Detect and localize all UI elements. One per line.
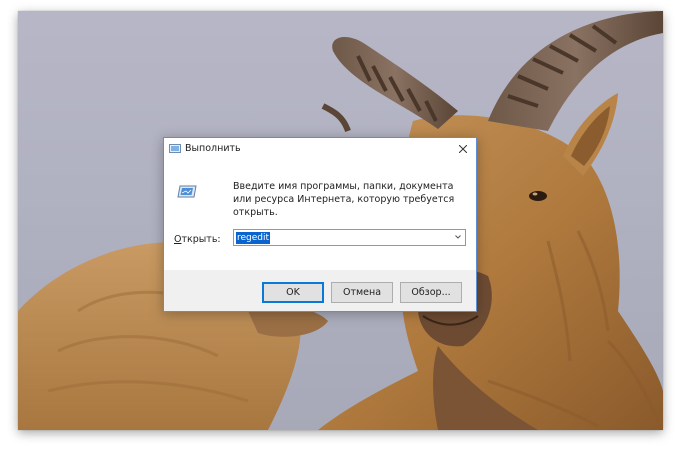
ok-button[interactable]: OK	[262, 282, 324, 303]
dialog-title: Выполнить	[185, 143, 241, 154]
close-icon	[459, 145, 467, 153]
run-program-icon	[177, 185, 197, 198]
chevron-down-icon[interactable]	[455, 235, 461, 239]
dialog-titlebar[interactable]: Выполнить	[164, 138, 476, 160]
run-icon	[169, 144, 181, 153]
run-dialog: Выполнить Введите имя программы, папки, …	[163, 137, 477, 312]
dialog-description: Введите имя программы, папки, документа …	[233, 181, 455, 218]
desktop: Выполнить Введите имя программы, папки, …	[18, 11, 663, 430]
browse-button[interactable]: Обзор...	[400, 282, 462, 303]
open-input-value[interactable]: regedit	[236, 232, 271, 244]
open-label: Открыть:	[174, 234, 221, 245]
close-button[interactable]	[450, 138, 476, 160]
open-combobox[interactable]: regedit	[233, 229, 466, 246]
cancel-button[interactable]: Отмена	[331, 282, 393, 303]
